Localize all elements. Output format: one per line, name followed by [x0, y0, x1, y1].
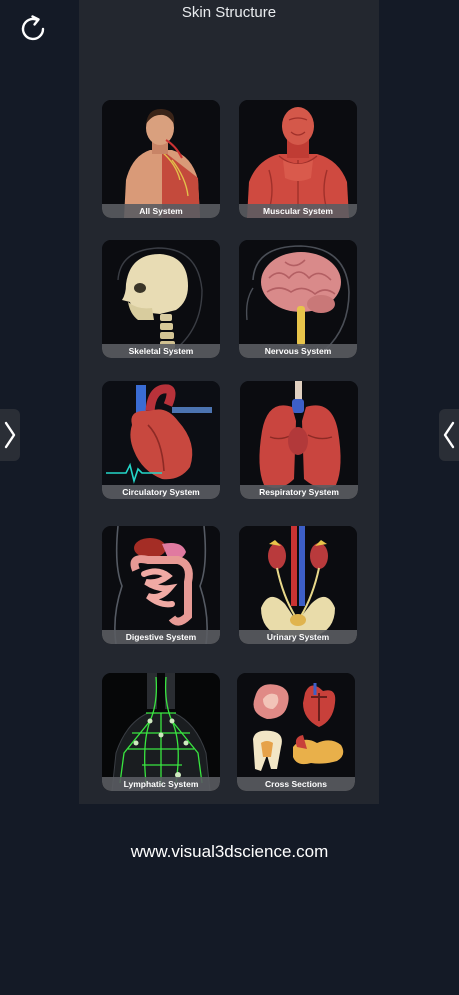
tile-label: Circulatory System: [102, 485, 220, 499]
tile-label: Urinary System: [239, 630, 357, 644]
tile-nervous-system[interactable]: Nervous System: [239, 240, 357, 358]
tile-lymphatic-system[interactable]: Lymphatic System: [102, 673, 220, 791]
refresh-button[interactable]: [16, 12, 50, 46]
tile-label: Skeletal System: [102, 344, 220, 358]
brain-anatomy-icon: [239, 240, 357, 358]
tile-respiratory-system[interactable]: Respiratory System: [240, 381, 358, 499]
next-page-button[interactable]: [439, 409, 459, 461]
lungs-anatomy-icon: [240, 381, 358, 499]
tile-label: Nervous System: [239, 344, 357, 358]
tile-label: All System: [102, 204, 220, 218]
refresh-icon: [21, 15, 45, 41]
full-body-anatomy-icon: [102, 100, 220, 218]
tile-skeletal-system[interactable]: Skeletal System: [102, 240, 220, 358]
chevron-right-icon: [4, 421, 16, 449]
tile-label: Digestive System: [102, 630, 220, 644]
tile-cross-sections[interactable]: Cross Sections: [237, 673, 355, 791]
skull-anatomy-icon: [102, 240, 220, 358]
tile-all-system[interactable]: All System: [102, 100, 220, 218]
tile-digestive-system[interactable]: Digestive System: [102, 526, 220, 644]
kidneys-anatomy-icon: [239, 526, 357, 644]
heart-anatomy-icon: [102, 381, 220, 499]
tile-label: Respiratory System: [240, 485, 358, 499]
digestive-anatomy-icon: [102, 526, 220, 644]
tile-muscular-system[interactable]: Muscular System: [239, 100, 357, 218]
page-title: Skin Structure: [181, 4, 277, 21]
chevron-left-icon: [443, 421, 455, 449]
tile-label: Cross Sections: [237, 777, 355, 791]
tile-circulatory-system[interactable]: Circulatory System: [102, 381, 220, 499]
previous-page-button[interactable]: [0, 409, 20, 461]
tile-label: Lymphatic System: [102, 777, 220, 791]
muscles-anatomy-icon: [239, 100, 357, 218]
website-link[interactable]: www.visual3dscience.com: [0, 842, 459, 862]
lymph-anatomy-icon: [102, 673, 220, 791]
cross-sections-anatomy-icon: [237, 673, 355, 791]
tile-label: Muscular System: [239, 204, 357, 218]
tile-urinary-system[interactable]: Urinary System: [239, 526, 357, 644]
